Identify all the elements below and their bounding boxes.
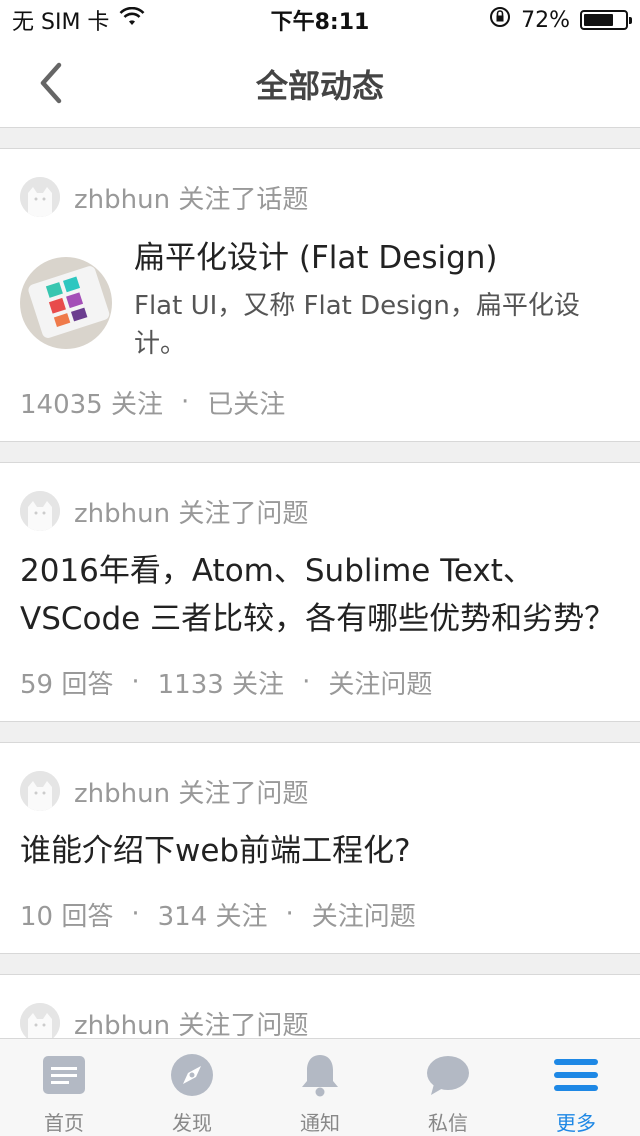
follow-question-button[interactable]: 关注问题 [312,896,416,933]
orientation-lock-icon [489,6,511,34]
meta-row: 14035 关注 · 已关注 [20,363,620,441]
home-icon [42,1053,86,1097]
page-title: 全部动态 [255,66,384,105]
separator-dot: · [302,667,311,697]
nav-bar: 全部动态 [0,40,640,128]
feed-card-question[interactable]: zhbhun 关注了问题 [0,974,640,1038]
wifi-icon [119,6,145,33]
follower-count: 314 关注 [157,901,268,932]
tab-label: 私信 [428,1111,468,1135]
follower-count: 1133 关注 [157,669,285,700]
avatar[interactable] [20,1003,60,1038]
user-avatar-icon [20,491,60,531]
user-avatar-icon [20,1003,60,1038]
tab-discover[interactable]: 发现 [128,1039,256,1136]
topic-title[interactable]: 扁平化设计 (Flat Design) [134,237,620,279]
tab-home[interactable]: 首页 [0,1039,128,1136]
avatar[interactable] [20,491,60,531]
bell-icon [298,1053,342,1097]
separator-dot: · [285,899,294,929]
actor-text[interactable]: zhbhun 关注了话题 [74,179,308,216]
actor-row: zhbhun 关注了话题 [20,149,620,245]
tab-label: 首页 [44,1111,84,1135]
status-right: 72% [489,6,632,34]
chevron-left-icon [40,62,62,104]
user-avatar-icon [20,177,60,217]
battery-fill [584,14,613,26]
carrier-label: 无 SIM 卡 [12,10,110,35]
back-button[interactable] [26,58,76,108]
actor-text[interactable]: zhbhun 关注了问题 [74,493,308,530]
avatar[interactable] [20,177,60,217]
feed-card-question[interactable]: zhbhun 关注了问题 谁能介绍下web前端工程化? 10 回答 · 314 … [0,742,640,954]
topic-body: 扁平化设计 (Flat Design) Flat UI，又称 Flat Desi… [134,237,620,363]
tab-label: 通知 [300,1111,340,1135]
tab-messages[interactable]: 私信 [384,1039,512,1136]
follower-count: 14035 关注 [20,389,163,420]
tab-bar: 首页 发现 通知 私信 更多 [0,1038,640,1136]
battery-percent: 72% [521,7,570,33]
question-title[interactable]: 2016年看，Atom、Sublime Text、VSCode 三者比较，各有哪… [20,547,620,643]
actor-row: zhbhun 关注了问题 [20,743,620,839]
battery-icon [580,10,632,30]
user-avatar-icon [20,771,60,811]
menu-icon [554,1053,598,1097]
feed-card-topic[interactable]: zhbhun 关注了话题 扁平化设计 (Flat Design) Flat UI… [0,148,640,442]
topic-row: 扁平化设计 (Flat Design) Flat UI，又称 Flat Desi… [20,237,620,363]
avatar[interactable] [20,771,60,811]
compass-icon [170,1053,214,1097]
meta-row: 59 回答 · 1133 关注 · 关注问题 [20,643,620,721]
answer-count: 59 回答 [20,669,114,700]
topic-thumbnail [20,257,112,349]
actor-text[interactable]: zhbhun 关注了问题 [74,773,308,810]
chat-icon [426,1053,470,1097]
actor-text[interactable]: zhbhun 关注了问题 [74,1005,308,1039]
tab-notifications[interactable]: 通知 [256,1039,384,1136]
tab-label: 更多 [556,1111,596,1135]
actor-row: zhbhun 关注了问题 [20,975,620,1038]
status-left: 无 SIM 卡 [12,4,145,36]
followed-status-button[interactable]: 已关注 [207,384,285,421]
status-bar: 无 SIM 卡 下午8:11 72% [0,0,640,40]
follow-question-button[interactable]: 关注问题 [328,664,432,701]
tab-label: 发现 [172,1111,212,1135]
question-title[interactable]: 谁能介绍下web前端工程化? [20,827,620,875]
separator-dot: · [131,899,140,929]
separator-dot: · [131,667,140,697]
activity-feed: zhbhun 关注了话题 扁平化设计 (Flat Design) Flat UI… [0,128,640,1038]
feed-card-question[interactable]: zhbhun 关注了问题 2016年看，Atom、Sublime Text、VS… [0,462,640,722]
separator-dot: · [180,387,190,417]
topic-description: Flat UI，又称 Flat Design，扁平化设计。 [134,291,580,359]
actor-row: zhbhun 关注了问题 [20,463,620,559]
answer-count: 10 回答 [20,901,114,932]
meta-row: 10 回答 · 314 关注 · 关注问题 [20,875,620,953]
tab-more[interactable]: 更多 [512,1039,640,1136]
